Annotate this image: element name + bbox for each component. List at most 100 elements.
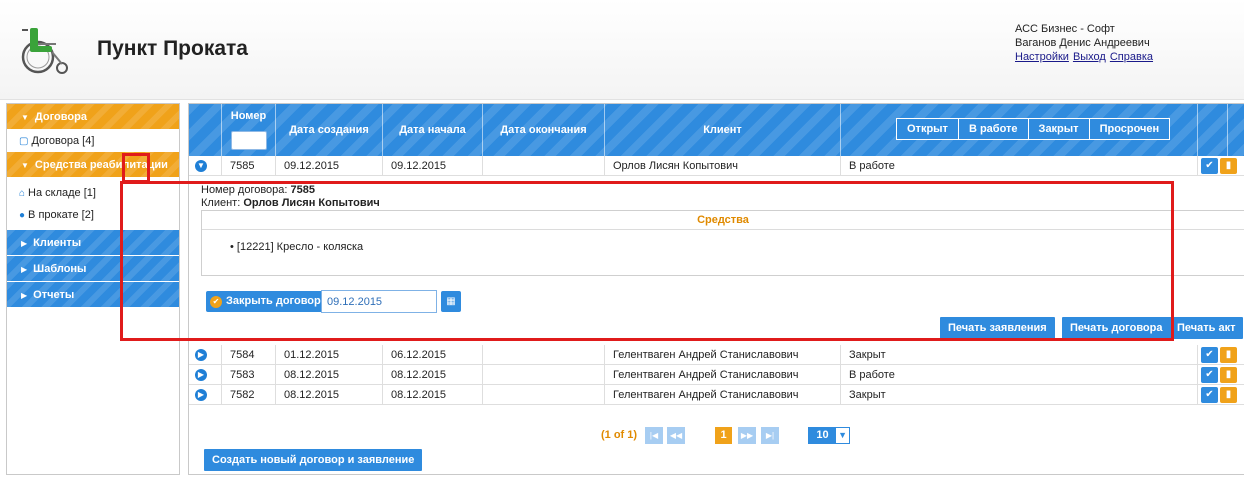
header-actions-col xyxy=(1198,104,1228,156)
confirm-row-button[interactable]: ✔ xyxy=(1201,367,1218,383)
column-header-start[interactable]: Дата начала xyxy=(383,104,483,156)
user-info: АСС Бизнес - Софт Ваганов Денис Андрееви… xyxy=(1015,22,1157,64)
chevron-down-icon: ▼ xyxy=(21,113,29,122)
trash-icon: ▮ xyxy=(1225,160,1232,171)
cell-end xyxy=(483,385,605,405)
section-label: Клиенты xyxy=(33,237,82,249)
status-filter-closed[interactable]: Закрыт xyxy=(1027,118,1090,140)
delete-row-button[interactable]: ▮ xyxy=(1220,347,1237,363)
last-page-button[interactable]: ▶| xyxy=(761,427,779,444)
create-contract-button[interactable]: Создать новый договор и заявление xyxy=(204,449,423,471)
expand-row-icon[interactable]: ▶ xyxy=(195,349,207,361)
column-header-created[interactable]: Дата создания xyxy=(276,104,383,156)
client-label: Клиент: xyxy=(201,197,241,209)
column-header-end[interactable]: Дата окончания xyxy=(483,104,605,156)
sidebar-section-reports[interactable]: ▶ Отчеты xyxy=(7,282,179,308)
expander-cell: ▶ xyxy=(189,345,222,365)
first-page-button[interactable]: |◀ xyxy=(645,427,663,444)
next-page-button[interactable]: ▶▶ xyxy=(738,427,756,444)
sidebar-section-templates[interactable]: ▶ Шаблоны xyxy=(7,256,179,282)
cell-client: Гелентваген Андрей Станиславович xyxy=(605,385,841,405)
row-detail-panel: Номер договора: 7585 Клиент: Орлов Лисян… xyxy=(189,176,1244,342)
sidebar-item-contracts[interactable]: ▢ Договора [4] xyxy=(7,130,179,152)
check-icon: ✔ xyxy=(1205,160,1214,171)
contract-number-value: 7585 xyxy=(290,184,316,196)
page-indicator: (1 of 1) xyxy=(601,429,638,441)
cell-created: 08.12.2015 xyxy=(276,385,383,405)
close-date-input[interactable] xyxy=(321,290,437,313)
sidebar-item-label: В прокате [2] xyxy=(28,209,94,221)
expander-cell: ▶ xyxy=(189,365,222,385)
settings-link[interactable]: Настройки xyxy=(1015,51,1069,63)
status-filter-overdue[interactable]: Просрочен xyxy=(1088,118,1171,140)
table-row[interactable]: ▼ 7585 09.12.2015 09.12.2015 Орлов Лисян… xyxy=(189,156,1244,176)
list-item: • [12221] Кресло - коляска xyxy=(230,241,364,253)
check-icon: ✔ xyxy=(210,296,222,308)
cell-client: Орлов Лисян Копытович xyxy=(605,156,841,176)
expand-row-icon[interactable]: ▶ xyxy=(195,369,207,381)
app-header: Пункт Проката АСС Бизнес - Софт Ваганов … xyxy=(0,0,1244,100)
prev-page-icon: ◀◀ xyxy=(669,431,683,440)
chevron-right-icon: ▶ xyxy=(21,265,28,274)
contracts-grid: Номер Дата создания Дата начала Дата око… xyxy=(188,103,1244,475)
items-panel: Средства • [12221] Кресло - коляска xyxy=(201,210,1244,276)
cell-start: 08.12.2015 xyxy=(383,385,483,405)
items-list: • [12221] Кресло - коляска xyxy=(202,230,1244,253)
wheelchair-logo-icon xyxy=(21,28,68,74)
column-header-client[interactable]: Клиент xyxy=(605,104,841,156)
current-page-button[interactable]: 1 xyxy=(715,427,732,444)
sidebar-section-contracts[interactable]: ▼ Договора xyxy=(7,104,179,130)
print-contract-button[interactable]: Печать договора xyxy=(1062,317,1171,339)
home-icon: ⌂ xyxy=(19,188,26,199)
app-title: Пункт Проката xyxy=(97,37,248,60)
cell-start: 08.12.2015 xyxy=(383,365,483,385)
sidebar-item-in-stock[interactable]: ⌂ На складе [1] xyxy=(7,182,179,204)
cell-number: 7583 xyxy=(222,365,276,385)
section-label: Отчеты xyxy=(33,289,75,301)
print-application-button[interactable]: Печать заявления xyxy=(940,317,1055,339)
help-link[interactable]: Справка xyxy=(1110,51,1153,63)
confirm-row-button[interactable]: ✔ xyxy=(1201,158,1218,174)
close-contract-button[interactable]: ✔ Закрыть договор xyxy=(206,291,328,312)
logout-link[interactable]: Выход xyxy=(1073,51,1106,63)
delete-row-button[interactable]: ▮ xyxy=(1220,158,1237,174)
first-page-icon: |◀ xyxy=(649,431,659,440)
page-size-select[interactable]: 10 ▼ xyxy=(808,427,850,444)
sidebar-section-rehab[interactable]: ▼ Средства реабилитации xyxy=(7,152,179,178)
confirm-row-button[interactable]: ✔ xyxy=(1201,347,1218,363)
close-contract-label: Закрыть договор xyxy=(226,295,321,307)
status-filter-open[interactable]: Открыт xyxy=(896,118,959,140)
cell-status: Закрыт xyxy=(841,345,1198,365)
delete-row-button[interactable]: ▮ xyxy=(1220,367,1237,383)
cell-created: 01.12.2015 xyxy=(276,345,383,365)
table-row[interactable]: ▶ 7582 08.12.2015 08.12.2015 Гелентваген… xyxy=(189,385,1244,405)
print-act-button[interactable]: Печать акт xyxy=(1169,317,1244,339)
number-filter-input[interactable] xyxy=(231,131,267,150)
sidebar: ▼ Договора ▢ Договора [4] ▼ Средства реабил… xyxy=(6,103,180,475)
cell-status: Закрыт xyxy=(841,385,1198,405)
calendar-button[interactable]: ▦ xyxy=(441,291,461,312)
cell-client: Гелентваген Андрей Станиславович xyxy=(605,345,841,365)
check-icon: ✔ xyxy=(1205,349,1214,360)
header-label: Дата создания xyxy=(289,124,369,136)
collapse-row-icon[interactable]: ▼ xyxy=(195,160,207,172)
paginator: (1 of 1) |◀ ◀◀ 1 ▶▶ ▶| 10 ▼ xyxy=(189,426,1244,446)
table-row[interactable]: ▶ 7584 01.12.2015 06.12.2015 Гелентваген… xyxy=(189,345,1244,365)
header-expander-col xyxy=(189,104,222,156)
status-filter-in-work[interactable]: В работе xyxy=(957,118,1029,140)
section-label: Шаблоны xyxy=(33,263,87,275)
prev-page-button[interactable]: ◀◀ xyxy=(667,427,685,444)
table-row[interactable]: ▶ 7583 08.12.2015 08.12.2015 Гелентваген… xyxy=(189,365,1244,385)
cell-status: В работе xyxy=(841,365,1198,385)
sidebar-item-rented[interactable]: ● В прокате [2] xyxy=(7,204,179,226)
check-icon: ✔ xyxy=(1205,369,1214,380)
cell-end xyxy=(483,365,605,385)
cell-created: 08.12.2015 xyxy=(276,365,383,385)
trash-icon: ▮ xyxy=(1225,349,1232,360)
contract-number-label: Номер договора: xyxy=(201,184,288,196)
expand-row-icon[interactable]: ▶ xyxy=(195,389,207,401)
sidebar-item-label: Договора [4] xyxy=(31,135,95,147)
delete-row-button[interactable]: ▮ xyxy=(1220,387,1237,403)
sidebar-section-clients[interactable]: ▶ Клиенты xyxy=(7,230,179,256)
confirm-row-button[interactable]: ✔ xyxy=(1201,387,1218,403)
